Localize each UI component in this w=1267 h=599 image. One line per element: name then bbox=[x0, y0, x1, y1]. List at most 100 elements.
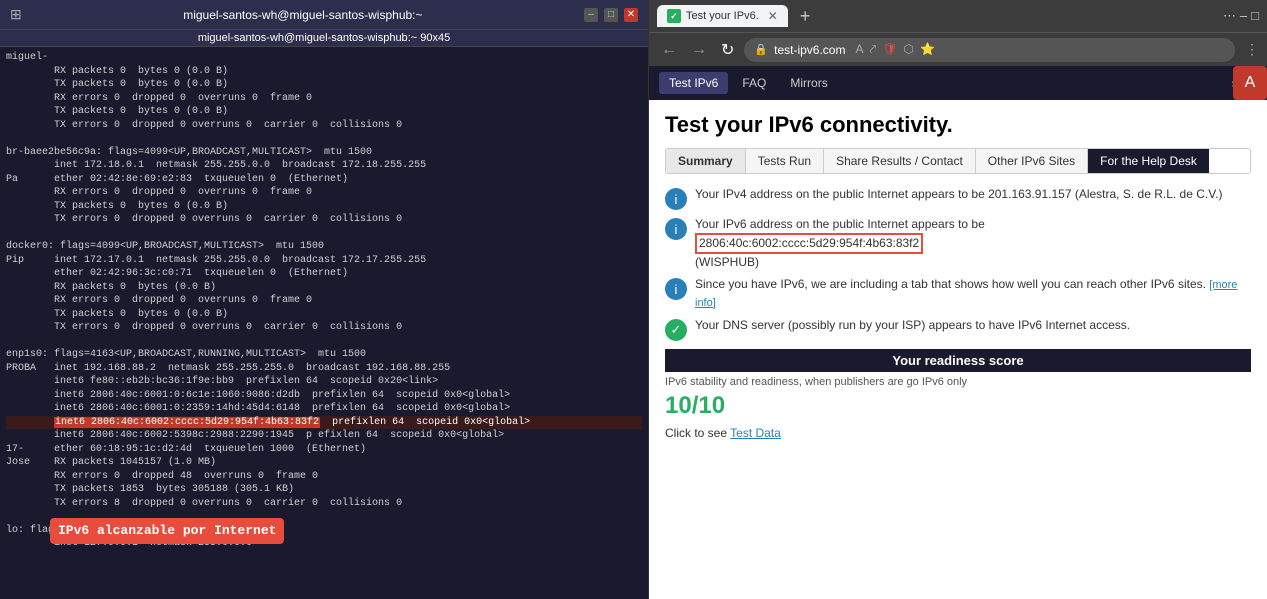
browser-tab[interactable]: ✓ Test your IPv6. ✕ bbox=[657, 5, 788, 27]
info-icon-ipv6-tab: i bbox=[665, 278, 687, 300]
term-line-14 bbox=[6, 227, 642, 241]
term-line-4: RX errors 0 dropped 0 overruns 0 frame 0 bbox=[6, 92, 642, 106]
term-line-25: inet6 fe80::eb2b:bc36:1f9e:bb9 prefixlen… bbox=[6, 375, 642, 389]
terminal-titlebar: ⊞ miguel-santos-wh@miguel-santos-wisphub… bbox=[0, 0, 648, 30]
term-line-32: RX errors 0 dropped 48 overruns 0 frame … bbox=[6, 470, 642, 484]
term-line-33: TX packets 1853 bytes 305188 (305.1 KB) bbox=[6, 483, 642, 497]
site-nav-mirrors[interactable]: Mirrors bbox=[780, 72, 837, 94]
more-info-link[interactable]: [more info] bbox=[695, 279, 1237, 308]
browser-window: ✓ Test your IPv6. ✕ + ⋯ – □ ← → ↻ 🔒 test… bbox=[648, 0, 1267, 599]
term-line-3: TX packets 0 bytes 0 (0.0 B) bbox=[6, 78, 642, 92]
forward-button[interactable]: → bbox=[687, 39, 711, 61]
term-line-2: RX packets 0 bytes 0 (0.0 B) bbox=[6, 65, 642, 79]
translate-button[interactable]: A bbox=[1233, 66, 1267, 100]
term-line-28: inet6 2806:40c:6002:cccc:5d29:954f:4b63:… bbox=[6, 416, 642, 430]
score-display: 10/10 bbox=[665, 392, 1251, 420]
term-line-26: inet6 2806:40c:6001:0:6c1e:1060:9086:d2d… bbox=[6, 389, 642, 403]
test-data-link[interactable]: Test Data bbox=[730, 426, 781, 440]
site-nav-test-ipv6[interactable]: Test IPv6 bbox=[659, 72, 728, 94]
term-line-27: inet6 2806:40c:6001:0:2359:14hd:45d4:614… bbox=[6, 402, 642, 416]
shield-icon: 🛡 bbox=[882, 42, 897, 57]
site-nav: Test IPv6 FAQ Mirrors stats A bbox=[649, 66, 1267, 100]
terminal-close-btn[interactable]: ✕ bbox=[624, 8, 638, 22]
browser-favicon: ✓ bbox=[667, 9, 681, 23]
tab-summary[interactable]: Summary bbox=[666, 149, 746, 173]
info-item-ipv4: i Your IPv4 address on the public Intern… bbox=[665, 186, 1251, 210]
term-line-12: TX packets 0 bytes 0 (0.0 B) bbox=[6, 200, 642, 214]
browser-tab-close[interactable]: ✕ bbox=[768, 9, 778, 23]
terminal-maximize-btn[interactable]: □ bbox=[604, 8, 618, 22]
info-item-ipv6: i Your IPv6 address on the public Intern… bbox=[665, 216, 1251, 270]
browser-navbar: ← → ↻ 🔒 test-ipv6.com A ⤤ 🛡 ⬡ ⭐ ⋮ bbox=[649, 32, 1267, 66]
browser-tab-title: Test your IPv6. bbox=[686, 10, 759, 22]
site-nav-faq[interactable]: FAQ bbox=[732, 72, 776, 94]
term-line-34: TX errors 8 dropped 0 overruns 0 carrier… bbox=[6, 497, 642, 511]
info-list: i Your IPv4 address on the public Intern… bbox=[665, 186, 1251, 341]
info-text-ipv6-tab: Since you have IPv6, we are including a … bbox=[695, 276, 1251, 311]
info-text-dns: Your DNS server (possibly run by your IS… bbox=[695, 317, 1130, 334]
tab-help-desk[interactable]: For the Help Desk bbox=[1088, 149, 1209, 173]
address-bar[interactable]: 🔒 test-ipv6.com A ⤤ 🛡 ⬡ ⭐ bbox=[744, 38, 1235, 62]
term-line-1: miguel- bbox=[6, 51, 642, 65]
info-icon-ipv4: i bbox=[665, 188, 687, 210]
term-line-20: TX packets 0 bytes 0 (0.0 B) bbox=[6, 308, 642, 322]
terminal-subtitle: miguel-santos-wh@miguel-santos-wisphub:~… bbox=[0, 30, 648, 47]
term-line-6: TX errors 0 dropped 0 overruns 0 carrier… bbox=[6, 119, 642, 133]
extensions-icon[interactable]: ⬡ bbox=[903, 42, 913, 57]
terminal-minimize-btn[interactable]: – bbox=[584, 8, 598, 22]
browser-nav-icons: A ⤤ 🛡 ⬡ ⭐ bbox=[855, 42, 934, 57]
term-line-31: Jose RX packets 1045157 (1.0 MB) bbox=[6, 456, 642, 470]
term-line-13: TX errors 0 dropped 0 overruns 0 carrier… bbox=[6, 213, 642, 227]
page-title: Test your IPv6 connectivity. bbox=[665, 112, 1251, 138]
info-icon-dns: ✓ bbox=[665, 319, 687, 341]
ipv6-address-box: 2806:40c:6002:cccc:5d29:954f:4b63:83f2 bbox=[695, 233, 923, 254]
readiness-subtext: IPv6 stability and readiness, when publi… bbox=[665, 376, 1251, 388]
browser-menu-icon[interactable]: ⋮ bbox=[1245, 41, 1259, 58]
term-line-11: RX errors 0 dropped 0 overruns 0 frame 0 bbox=[6, 186, 642, 200]
reload-button[interactable]: ↻ bbox=[717, 38, 738, 62]
share-icon[interactable]: ⤤ bbox=[869, 42, 876, 57]
browser-minimize-icon[interactable]: – bbox=[1240, 8, 1247, 24]
readiness-bar: Your readiness score bbox=[665, 349, 1251, 372]
test-data-section: Click to see Test Data bbox=[665, 426, 1251, 440]
term-line-23: enp1s0: flags=4163<UP,BROADCAST,RUNNING,… bbox=[6, 348, 642, 362]
terminal-title: miguel-santos-wh@miguel-santos-wisphub:~ bbox=[22, 8, 584, 22]
terminal-grid-icon: ⊞ bbox=[10, 6, 22, 23]
tab-other-ipv6[interactable]: Other IPv6 Sites bbox=[976, 149, 1088, 173]
term-line-29: inet6 2806:40c:6002:5398c:2988:2290:1945… bbox=[6, 429, 642, 443]
term-line-17: ether 02:42:96:3c:c0:71 txqueuelen 0 (Et… bbox=[6, 267, 642, 281]
term-line-19: RX errors 0 dropped 0 overruns 0 frame 0 bbox=[6, 294, 642, 308]
tabs-bar: Summary Tests Run Share Results / Contac… bbox=[665, 148, 1251, 174]
tab-tests-run[interactable]: Tests Run bbox=[746, 149, 824, 173]
url-text: test-ipv6.com bbox=[774, 43, 845, 57]
page-body: Test your IPv6 connectivity. Summary Tes… bbox=[649, 100, 1267, 599]
term-line-10: Pa ether 02:42:8e:69:e2:83 txqueuelen 0 … bbox=[6, 173, 642, 187]
terminal-body: miguel- RX packets 0 bytes 0 (0.0 B) TX … bbox=[0, 47, 648, 599]
browser-more-icon[interactable]: ⋯ bbox=[1223, 8, 1236, 24]
browser-titlebar: ✓ Test your IPv6. ✕ + ⋯ – □ bbox=[649, 0, 1267, 32]
back-button[interactable]: ← bbox=[657, 39, 681, 61]
ipv6-highlight: inet6 2806:40c:6002:cccc:5d29:954f:4b63:… bbox=[54, 417, 320, 428]
new-tab-button[interactable]: + bbox=[794, 6, 817, 27]
term-line-8: br-baee2be56c9a: flags=4099<UP,BROADCAST… bbox=[6, 146, 642, 160]
terminal-controls: – □ ✕ bbox=[584, 8, 638, 22]
ipv6-annotation: IPv6 alcanzable por Internet bbox=[50, 518, 284, 544]
info-text-ipv4: Your IPv4 address on the public Internet… bbox=[695, 186, 1222, 203]
browser-content: Test IPv6 FAQ Mirrors stats A Test your … bbox=[649, 66, 1267, 599]
browser-maximize-icon[interactable]: □ bbox=[1251, 8, 1259, 24]
term-line-5: TX packets 0 bytes 0 (0.0 B) bbox=[6, 105, 642, 119]
test-data-label: Click to see bbox=[665, 426, 727, 440]
term-line-30: 17- ether 60:18:95:1c:d2:4d txqueuelen 1… bbox=[6, 443, 642, 457]
bookmark-icon[interactable]: ⭐ bbox=[920, 42, 935, 57]
term-line-15: docker0: flags=4099<UP,BROADCAST,MULTICA… bbox=[6, 240, 642, 254]
translate-icon[interactable]: A bbox=[855, 42, 863, 57]
term-line-24: PROBA inet 192.168.88.2 netmask 255.255.… bbox=[6, 362, 642, 376]
info-item-dns: ✓ Your DNS server (possibly run by your … bbox=[665, 317, 1251, 341]
term-line-21: TX errors 0 dropped 0 overruns 0 carrier… bbox=[6, 321, 642, 335]
tab-share-results[interactable]: Share Results / Contact bbox=[824, 149, 976, 173]
terminal-window: ⊞ miguel-santos-wh@miguel-santos-wisphub… bbox=[0, 0, 648, 599]
browser-window-controls: ⋯ – □ bbox=[1223, 8, 1259, 24]
info-text-ipv6: Your IPv6 address on the public Internet… bbox=[695, 216, 985, 270]
info-item-ipv6-tab: i Since you have IPv6, we are including … bbox=[665, 276, 1251, 311]
term-line-7 bbox=[6, 132, 642, 146]
